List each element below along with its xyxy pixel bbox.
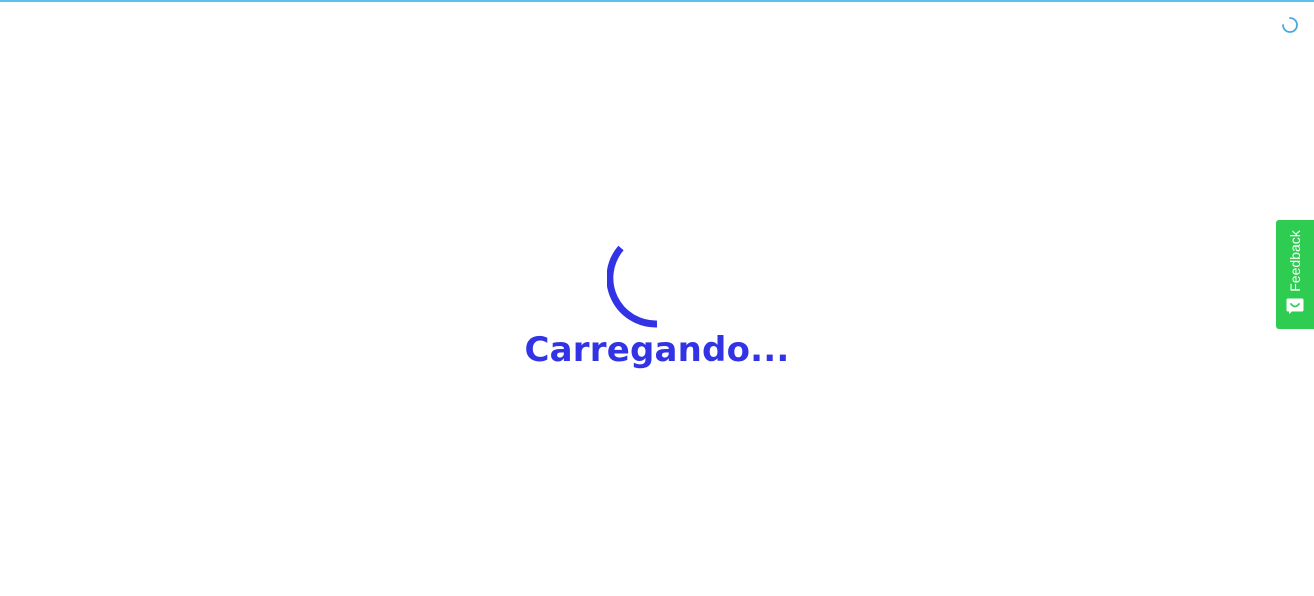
top-progress-bar (0, 0, 1314, 2)
corner-spinner-icon (1282, 17, 1298, 33)
loading-page: Carregando... Feedback (0, 0, 1314, 596)
feedback-label: Feedback (1287, 230, 1303, 292)
smile-chat-icon (1286, 298, 1304, 314)
loading-text: Carregando... (524, 330, 790, 370)
loader: Carregando... (0, 228, 1314, 370)
feedback-button[interactable]: Feedback (1276, 220, 1314, 329)
loading-spinner-icon (607, 245, 658, 328)
